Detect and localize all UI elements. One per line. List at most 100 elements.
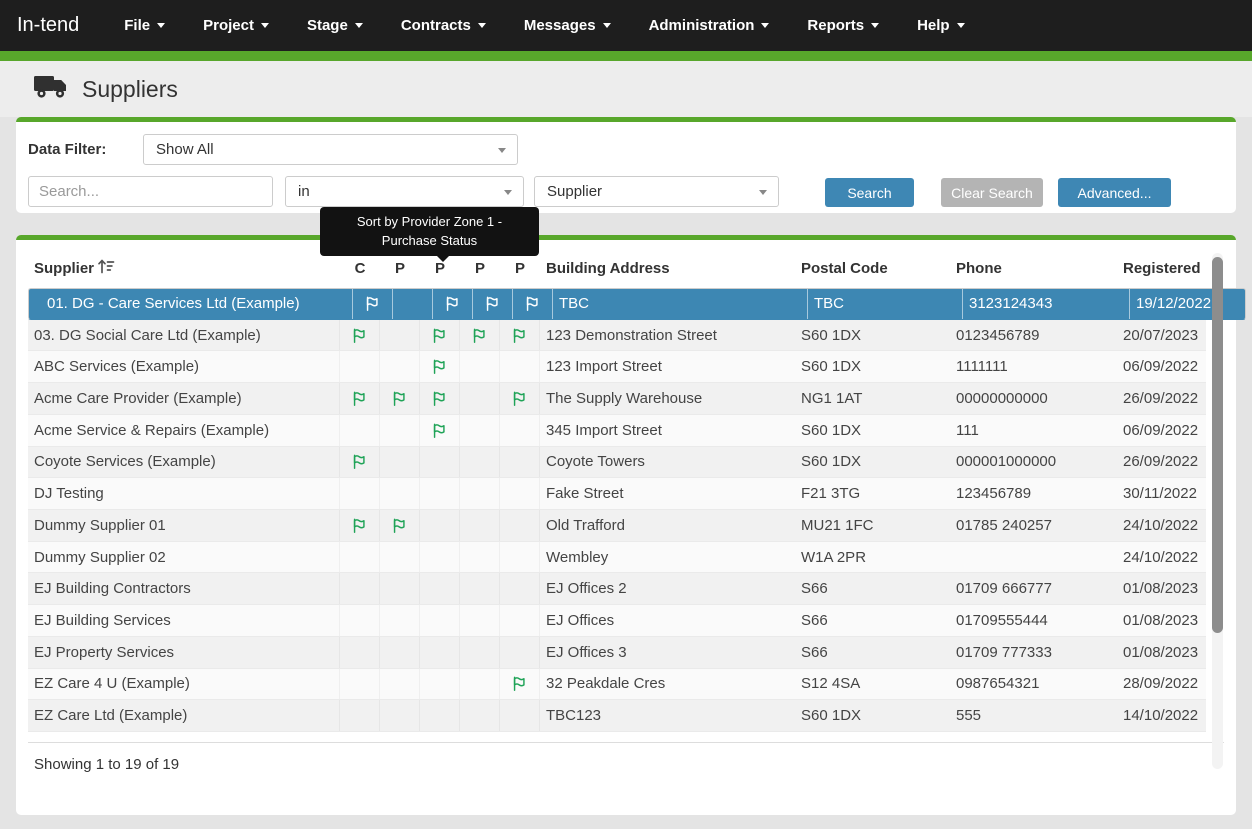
col-header-label: Phone xyxy=(956,260,1002,277)
flag-cell xyxy=(500,478,540,509)
flag-cell xyxy=(340,637,380,668)
flag-cell xyxy=(380,351,420,382)
clear-search-button[interactable]: Clear Search xyxy=(941,178,1043,207)
flag-icon xyxy=(351,327,368,344)
table-row[interactable]: 03. DG Social Care Ltd (Example)123 Demo… xyxy=(28,320,1206,352)
table-row[interactable]: EJ Building ServicesEJ OfficesS660170955… xyxy=(28,605,1206,637)
flag-cell xyxy=(500,637,540,668)
col-header-postal-code[interactable]: Postal Code xyxy=(795,260,950,277)
registered-cell: 01/08/2023 xyxy=(1117,637,1206,668)
menu-administration[interactable]: Administration xyxy=(630,0,789,51)
postal-code-cell: S60 1DX xyxy=(795,447,950,478)
flag-cell xyxy=(380,542,420,573)
supplier-cell: EJ Building Contractors xyxy=(28,573,340,604)
table-row[interactable]: 01. DG - Care Services Ltd (Example)TBCT… xyxy=(28,288,1246,320)
chevron-down-icon xyxy=(759,190,767,195)
flag-cell xyxy=(460,383,500,414)
table-row[interactable]: EJ Building ContractorsEJ Offices 2S6601… xyxy=(28,573,1206,605)
col-header-label: Building Address xyxy=(546,260,670,277)
flag-cell xyxy=(340,573,380,604)
col-header-p-status-2[interactable]: P xyxy=(420,260,460,277)
search-button[interactable]: Search xyxy=(825,178,914,207)
flag-cell xyxy=(460,669,500,700)
supplier-cell: Acme Care Provider (Example) xyxy=(28,383,340,414)
registered-cell: 06/09/2022 xyxy=(1117,351,1206,382)
col-header-c-status[interactable]: C xyxy=(340,260,380,277)
table-row[interactable]: EZ Care 4 U (Example)32 Peakdale CresS12… xyxy=(28,669,1206,701)
caret-down-icon xyxy=(871,23,879,28)
flag-cell xyxy=(380,478,420,509)
flag-cell xyxy=(420,669,460,700)
flag-icon xyxy=(431,358,448,375)
scrollbar-thumb[interactable] xyxy=(1212,257,1223,633)
table-row[interactable]: Acme Care Provider (Example)The Supply W… xyxy=(28,383,1206,415)
flag-cell xyxy=(460,351,500,382)
data-filter-select[interactable]: Show All xyxy=(143,134,518,165)
suppliers-table-panel: SupplierCPPPPBuilding AddressPostal Code… xyxy=(16,235,1236,815)
chevron-down-icon xyxy=(498,148,506,153)
col-header-label: P xyxy=(475,260,485,277)
flag-icon xyxy=(471,327,488,344)
table-row[interactable]: ABC Services (Example)123 Import StreetS… xyxy=(28,351,1206,383)
flag-icon xyxy=(351,390,368,407)
search-input[interactable] xyxy=(28,176,273,207)
col-header-label: P xyxy=(435,260,445,277)
flag-cell xyxy=(420,573,460,604)
table-row[interactable]: Dummy Supplier 02WembleyW1A 2PR24/10/202… xyxy=(28,542,1206,574)
phone-cell: 111 xyxy=(950,415,1117,446)
col-header-p-status-3[interactable]: P xyxy=(460,260,500,277)
caret-down-icon xyxy=(355,23,363,28)
building-address-cell: 123 Import Street xyxy=(540,351,795,382)
flag-cell xyxy=(393,289,433,319)
postal-code-cell: NG1 1AT xyxy=(795,383,950,414)
flag-cell xyxy=(340,669,380,700)
table-row[interactable]: Coyote Services (Example)Coyote TowersS6… xyxy=(28,447,1206,479)
table-row[interactable]: DJ TestingFake StreetF21 3TG12345678930/… xyxy=(28,478,1206,510)
col-header-registered[interactable]: Registered xyxy=(1117,260,1206,277)
menu-help[interactable]: Help xyxy=(898,0,984,51)
table-row[interactable]: Acme Service & Repairs (Example)345 Impo… xyxy=(28,415,1206,447)
flag-cell xyxy=(500,542,540,573)
postal-code-cell: S60 1DX xyxy=(795,320,950,351)
menu-label: Help xyxy=(917,17,950,34)
flag-cell xyxy=(340,542,380,573)
page-title: Suppliers xyxy=(82,76,178,103)
flag-cell xyxy=(460,478,500,509)
postal-code-cell: W1A 2PR xyxy=(795,542,950,573)
advanced-button[interactable]: Advanced... xyxy=(1058,178,1171,207)
table-row[interactable]: EJ Property ServicesEJ Offices 3S6601709… xyxy=(28,637,1206,669)
caret-down-icon xyxy=(603,23,611,28)
col-header-building-address[interactable]: Building Address xyxy=(540,260,795,277)
col-header-supplier[interactable]: Supplier xyxy=(28,258,340,278)
app-brand: In-tend xyxy=(17,14,79,37)
flag-cell xyxy=(513,289,553,319)
menu-contracts[interactable]: Contracts xyxy=(382,0,505,51)
col-header-p-status-1[interactable]: P xyxy=(380,260,420,277)
menu-file[interactable]: File xyxy=(105,0,184,51)
flag-icon xyxy=(431,422,448,439)
menu-project[interactable]: Project xyxy=(184,0,288,51)
menu-label: Project xyxy=(203,17,254,34)
search-field-value: Supplier xyxy=(547,183,602,200)
supplier-cell: EJ Building Services xyxy=(28,605,340,636)
menu-label: Reports xyxy=(807,17,864,34)
col-header-label: Supplier xyxy=(34,260,94,277)
search-field-select[interactable]: Supplier xyxy=(534,176,779,207)
col-header-p-status-4[interactable]: P xyxy=(500,260,540,277)
search-operator-select[interactable]: in xyxy=(285,176,524,207)
flag-icon xyxy=(511,390,528,407)
col-header-phone[interactable]: Phone xyxy=(950,260,1117,277)
table-row[interactable]: Dummy Supplier 01Old TraffordMU21 1FC017… xyxy=(28,510,1206,542)
caret-down-icon xyxy=(957,23,965,28)
menu-messages[interactable]: Messages xyxy=(505,0,630,51)
flag-cell xyxy=(460,320,500,351)
building-address-cell: 32 Peakdale Cres xyxy=(540,669,795,700)
menu-reports[interactable]: Reports xyxy=(788,0,898,51)
registered-cell: 19/12/2022 xyxy=(1130,289,1219,319)
postal-code-cell: S66 xyxy=(795,573,950,604)
col-header-label: Registered xyxy=(1123,260,1201,277)
menu-stage[interactable]: Stage xyxy=(288,0,382,51)
table-row[interactable]: EZ Care Ltd (Example)TBC123S60 1DX55514/… xyxy=(28,700,1206,732)
phone-cell: 123456789 xyxy=(950,478,1117,509)
building-address-cell: EJ Offices 3 xyxy=(540,637,795,668)
